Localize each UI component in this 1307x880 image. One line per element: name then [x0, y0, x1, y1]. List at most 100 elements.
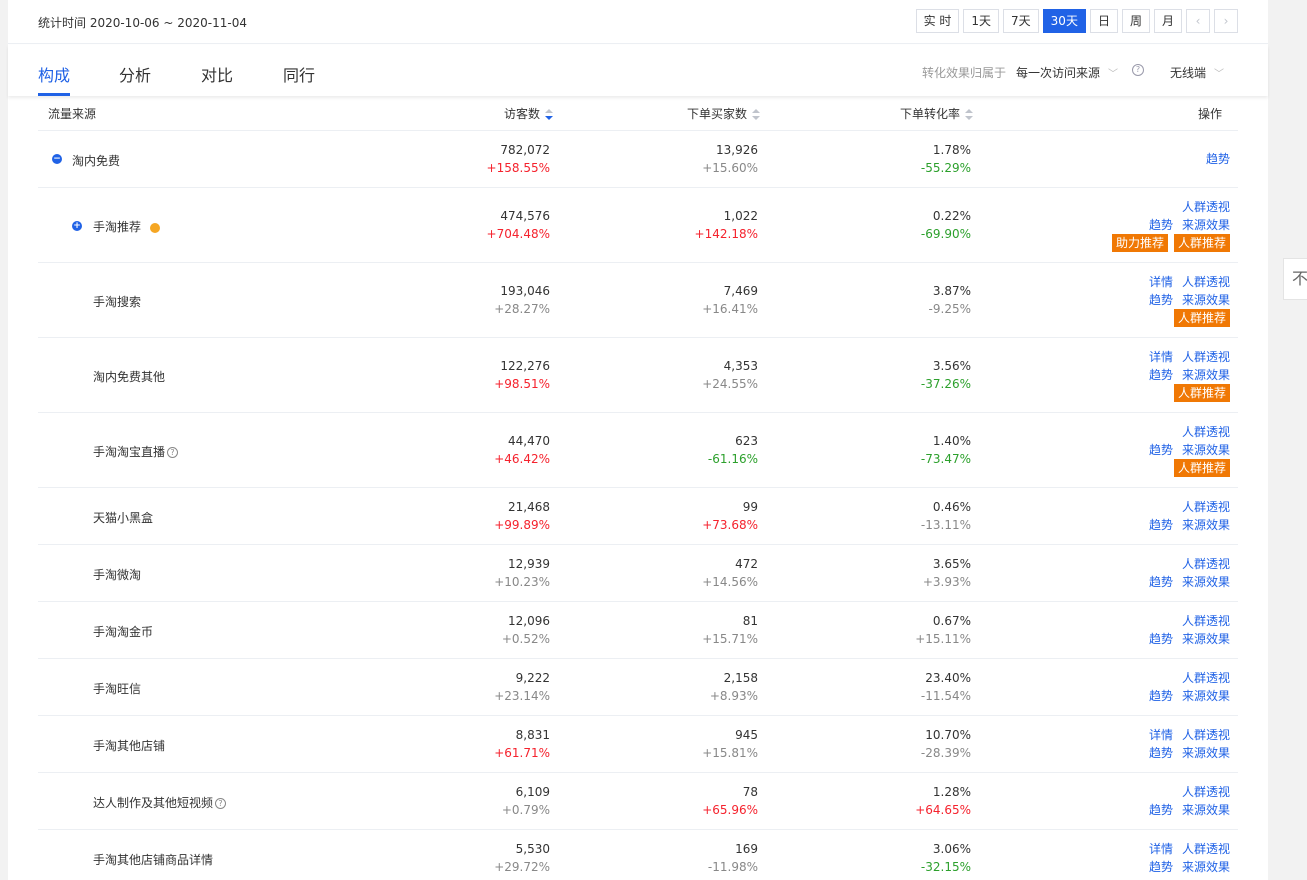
crowd-view-link[interactable]: 人群透视	[1182, 425, 1230, 439]
buyers-cell: 78 +65.96%	[702, 783, 758, 819]
source-effect-link[interactable]: 来源效果	[1182, 368, 1230, 382]
tab-composition[interactable]: 构成	[38, 62, 70, 86]
next-period-icon[interactable]: ›	[1214, 9, 1238, 33]
crowd-view-link[interactable]: 人群透视	[1182, 350, 1230, 364]
date-range-buttons: 实 时 1天 7天 30天 日 周 月 ‹ ›	[912, 9, 1238, 33]
visitors-value: 782,072	[500, 143, 550, 157]
prev-period-icon[interactable]: ‹	[1186, 9, 1210, 33]
col-buyers[interactable]: 下单买家数	[687, 105, 761, 122]
crowd-recommend-button[interactable]: 人群推荐	[1173, 459, 1230, 477]
back-to-top-icon[interactable]: 不	[1283, 258, 1307, 300]
detail-link[interactable]: 详情	[1149, 842, 1173, 856]
trend-link[interactable]: 趋势	[1149, 860, 1173, 874]
help-icon[interactable]: ?	[215, 798, 227, 809]
source-effect-link[interactable]: 来源效果	[1182, 803, 1230, 817]
visitors-value: 8,831	[515, 728, 550, 742]
trend-link[interactable]: 趋势	[1149, 803, 1173, 817]
range-button-7day[interactable]: 7天	[1003, 9, 1039, 33]
crowd-view-link[interactable]: 人群透视	[1182, 785, 1230, 799]
rate-change: -69.90%	[920, 227, 971, 241]
attribution-select[interactable]: 每一次访问来源 ﹀	[1016, 64, 1118, 81]
visitors-change: +158.55%	[486, 161, 550, 175]
sort-icon	[752, 108, 761, 121]
range-button-30day[interactable]: 30天	[1042, 9, 1086, 33]
buyers-value: 7,469	[723, 284, 758, 298]
crowd-view-link[interactable]: 人群透视	[1182, 842, 1230, 856]
rate-cell: 3.56% -37.26%	[921, 357, 971, 393]
trend-link[interactable]: 趋势	[1149, 518, 1173, 532]
crowd-recommend-button[interactable]: 人群推荐	[1173, 309, 1230, 327]
range-button-month[interactable]: 月	[1153, 9, 1182, 33]
source-effect-link[interactable]: 来源效果	[1182, 293, 1230, 307]
buyers-cell: 945 +15.81%	[702, 726, 758, 762]
col-rate[interactable]: 下单转化率	[900, 105, 974, 122]
range-button-day[interactable]: 日	[1089, 9, 1118, 33]
source-effect-link[interactable]: 来源效果	[1182, 689, 1230, 703]
row-name: 手淘淘金币	[93, 625, 154, 639]
crowd-view-link[interactable]: 人群透视	[1182, 500, 1230, 514]
visitors-value: 12,939	[508, 557, 550, 571]
crowd-recommend-button[interactable]: 人群推荐	[1173, 384, 1230, 402]
trend-link[interactable]: 趋势	[1149, 368, 1173, 382]
expand-icon[interactable]: +	[72, 221, 82, 231]
range-button-week[interactable]: 周	[1121, 9, 1150, 33]
source-effect-link[interactable]: 来源效果	[1182, 860, 1230, 874]
device-select[interactable]: 无线端 ﹀	[1170, 64, 1224, 81]
source-effect-link[interactable]: 来源效果	[1182, 518, 1230, 532]
trend-link[interactable]: 趋势	[1149, 443, 1173, 457]
source-effect-link[interactable]: 来源效果	[1182, 746, 1230, 760]
buyers-value: 13,926	[716, 143, 758, 157]
tab-peers[interactable]: 同行	[283, 62, 315, 86]
crowd-view-link[interactable]: 人群透视	[1182, 275, 1230, 289]
range-button-1day[interactable]: 1天	[963, 9, 1000, 33]
help-icon[interactable]: ?	[167, 447, 179, 458]
source-effect-link[interactable]: 来源效果	[1182, 443, 1230, 457]
detail-link[interactable]: 详情	[1149, 275, 1173, 289]
trend-link[interactable]: 趋势	[1206, 152, 1230, 166]
collapse-icon[interactable]: −	[52, 154, 62, 164]
trend-link[interactable]: 趋势	[1149, 218, 1173, 232]
col-visitors[interactable]: 访客数	[504, 105, 554, 122]
rate-change: -28.39%	[920, 746, 971, 760]
visitors-change: +704.48%	[486, 227, 550, 241]
attribution-value: 每一次访问来源	[1016, 66, 1101, 80]
table-row: + 手淘推荐 474,576 +704.48% 1,022 +142.18% 0.2…	[38, 188, 1238, 263]
col-ops: 操作	[1198, 107, 1223, 121]
crowd-view-link[interactable]: 人群透视	[1182, 614, 1230, 628]
help-icon[interactable]: ?	[1132, 64, 1144, 76]
trend-link[interactable]: 趋势	[1149, 689, 1173, 703]
rate-value: 23.40%	[925, 671, 971, 685]
buyers-cell: 13,926 +15.60%	[702, 141, 758, 177]
crowd-recommend-button[interactable]: 人群推荐	[1173, 234, 1230, 252]
source-effect-link[interactable]: 来源效果	[1182, 575, 1230, 589]
row-name: 天猫小黑盒	[93, 511, 154, 525]
crowd-view-link[interactable]: 人群透视	[1182, 728, 1230, 742]
buyers-change: +65.96%	[702, 803, 758, 817]
ops-cell: 人群透视 趋势 来源效果	[1140, 783, 1230, 819]
rate-cell: 3.65% +3.93%	[923, 555, 971, 591]
ops-cell: 详情 人群透视 趋势 来源效果 人群推荐	[1140, 273, 1230, 327]
boost-recommend-button[interactable]: 助力推荐	[1111, 234, 1168, 252]
tab-compare[interactable]: 对比	[201, 62, 233, 86]
crowd-view-link[interactable]: 人群透视	[1182, 557, 1230, 571]
detail-link[interactable]: 详情	[1149, 350, 1173, 364]
detail-link[interactable]: 详情	[1149, 728, 1173, 742]
range-button-realtime[interactable]: 实 时	[915, 9, 960, 33]
trend-link[interactable]: 趋势	[1149, 575, 1173, 589]
buyers-value: 623	[735, 434, 758, 448]
table-row: 手淘其他店铺商品详情 5,530 +29.72% 169 -11.98% 3.06%…	[38, 830, 1238, 880]
device-value: 无线端	[1170, 66, 1207, 80]
rate-value: 1.40%	[932, 434, 971, 448]
trend-link[interactable]: 趋势	[1149, 293, 1173, 307]
trend-link[interactable]: 趋势	[1149, 746, 1173, 760]
source-effect-link[interactable]: 来源效果	[1182, 632, 1230, 646]
crowd-view-link[interactable]: 人群透视	[1182, 671, 1230, 685]
buyers-value: 4,353	[723, 359, 758, 373]
crowd-view-link[interactable]: 人群透视	[1182, 200, 1230, 214]
visitors-cell: 44,470 +46.42%	[494, 432, 550, 468]
col-rate-label: 下单转化率	[900, 107, 961, 121]
ops-cell: 人群透视 趋势 来源效果	[1140, 669, 1230, 705]
tab-analysis[interactable]: 分析	[119, 62, 151, 86]
source-effect-link[interactable]: 来源效果	[1182, 218, 1230, 232]
trend-link[interactable]: 趋势	[1149, 632, 1173, 646]
